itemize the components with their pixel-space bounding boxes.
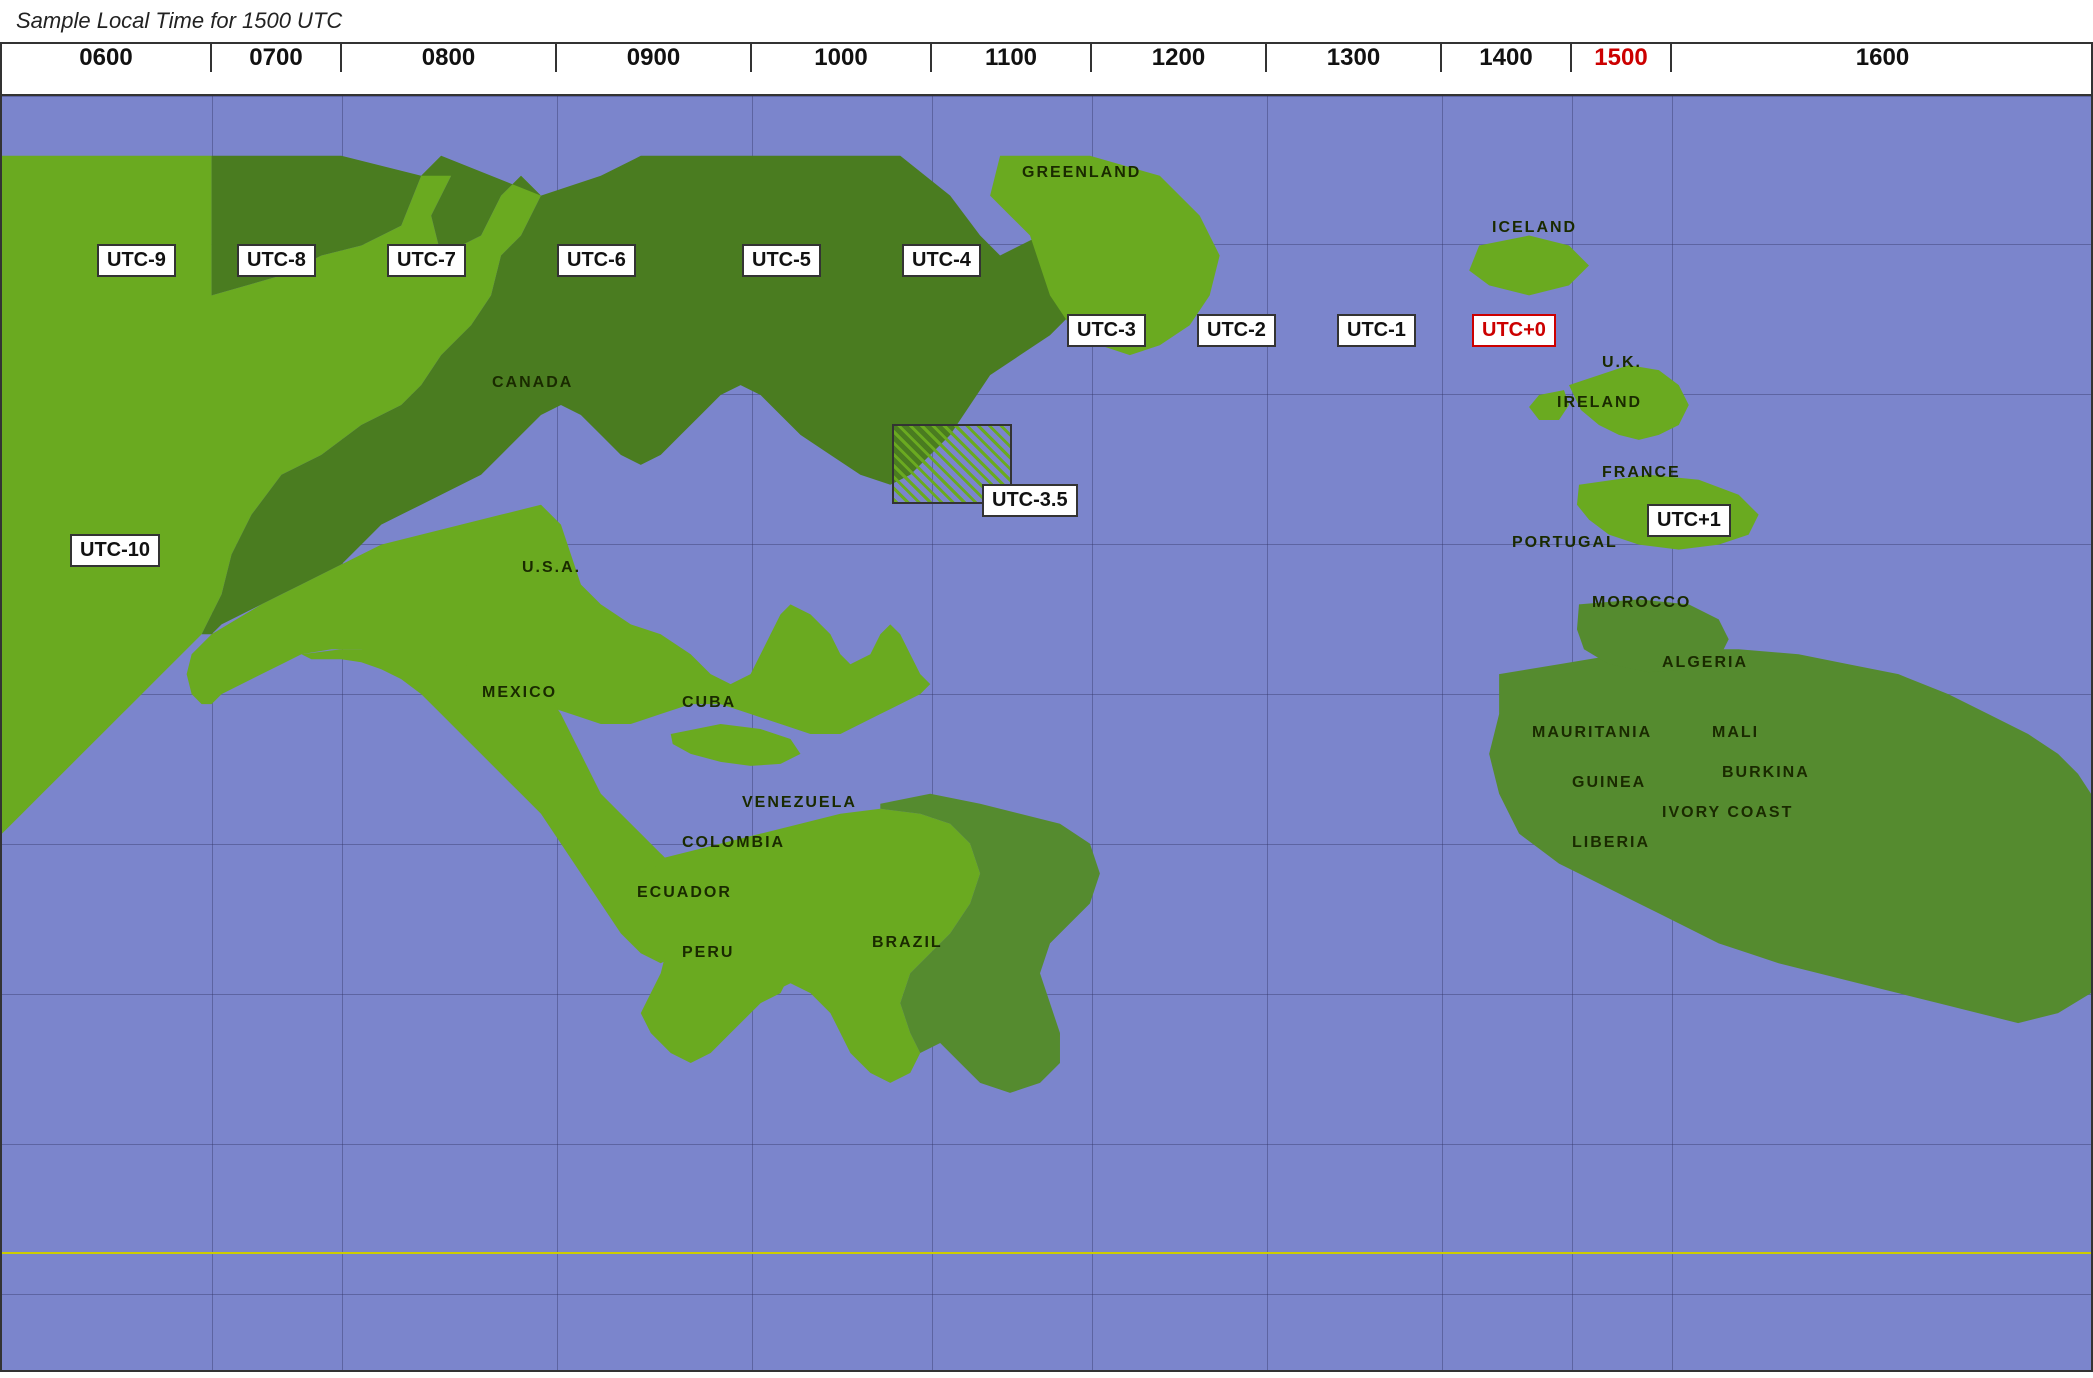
time-header: 0600070008000900100011001200130014001500…	[2, 44, 2091, 96]
country-label-u.s.a.: U.S.A.	[522, 559, 581, 577]
utc-label-utc-1: UTC+1	[1647, 504, 1731, 537]
time-cell-0800: 0800	[342, 44, 557, 72]
country-label-mali: MALI	[1712, 724, 1759, 742]
country-label-iceland: ICELAND	[1492, 219, 1577, 237]
utc-label-utc-8: UTC-8	[237, 244, 316, 277]
country-label-greenland: GREENLAND	[1022, 164, 1141, 182]
country-label-morocco: MOROCCO	[1592, 594, 1691, 612]
country-label-mexico: MEXICO	[482, 684, 557, 702]
time-cell-0900: 0900	[557, 44, 752, 72]
country-label-colombia: COLOMBIA	[682, 834, 785, 852]
time-cell-0700: 0700	[212, 44, 342, 72]
utc-label-utc-7: UTC-7	[387, 244, 466, 277]
country-label-cuba: CUBA	[682, 694, 736, 712]
country-label-guinea: GUINEA	[1572, 774, 1646, 792]
time-cell-1000: 1000	[752, 44, 932, 72]
country-label-liberia: LIBERIA	[1572, 834, 1650, 852]
country-label-peru: PERU	[682, 944, 734, 962]
country-label-ireland: IRELAND	[1557, 394, 1642, 412]
equator-line	[2, 1252, 2091, 1254]
utc-label-utc-3-5: UTC-3.5	[982, 484, 1078, 517]
time-cell-1100: 1100	[932, 44, 1092, 72]
utc-label-utc-4: UTC-4	[902, 244, 981, 277]
country-label-burkina: BURKINA	[1722, 764, 1810, 782]
time-cell-0600: 0600	[2, 44, 212, 72]
page-title: Sample Local Time for 1500 UTC	[0, 0, 2093, 42]
time-cell-1300: 1300	[1267, 44, 1442, 72]
country-label-brazil: BRAZIL	[872, 934, 943, 952]
country-label-mauritania: MAURITANIA	[1532, 724, 1652, 742]
country-label-ecuador: ECUADOR	[637, 884, 732, 902]
country-label-venezuela: VENEZUELA	[742, 794, 857, 812]
country-label-ivory-coast: IVORY COAST	[1662, 804, 1793, 822]
utc-label-utc-0: UTC+0	[1472, 314, 1556, 347]
country-label-portugal: PORTUGAL	[1512, 534, 1618, 552]
utc-label-utc-3: UTC-3	[1067, 314, 1146, 347]
country-label-u.k.: U.K.	[1602, 354, 1642, 372]
country-label-canada: CANADA	[492, 374, 573, 392]
utc-label-utc-9: UTC-9	[97, 244, 176, 277]
country-label-algeria: ALGERIA	[1662, 654, 1748, 672]
land-svg	[2, 96, 2091, 1370]
time-cell-1500: 1500	[1572, 44, 1672, 72]
time-cell-1200: 1200	[1092, 44, 1267, 72]
utc-label-utc-6: UTC-6	[557, 244, 636, 277]
time-cell-1600: 1600	[1672, 44, 2093, 72]
country-label-france: FRANCE	[1602, 464, 1681, 482]
map-container: 0600070008000900100011001200130014001500…	[0, 42, 2093, 1372]
time-cell-1400: 1400	[1442, 44, 1572, 72]
utc-label-utc-1: UTC-1	[1337, 314, 1416, 347]
utc-label-utc-10: UTC-10	[70, 534, 160, 567]
utc-label-utc-5: UTC-5	[742, 244, 821, 277]
utc-label-utc-2: UTC-2	[1197, 314, 1276, 347]
